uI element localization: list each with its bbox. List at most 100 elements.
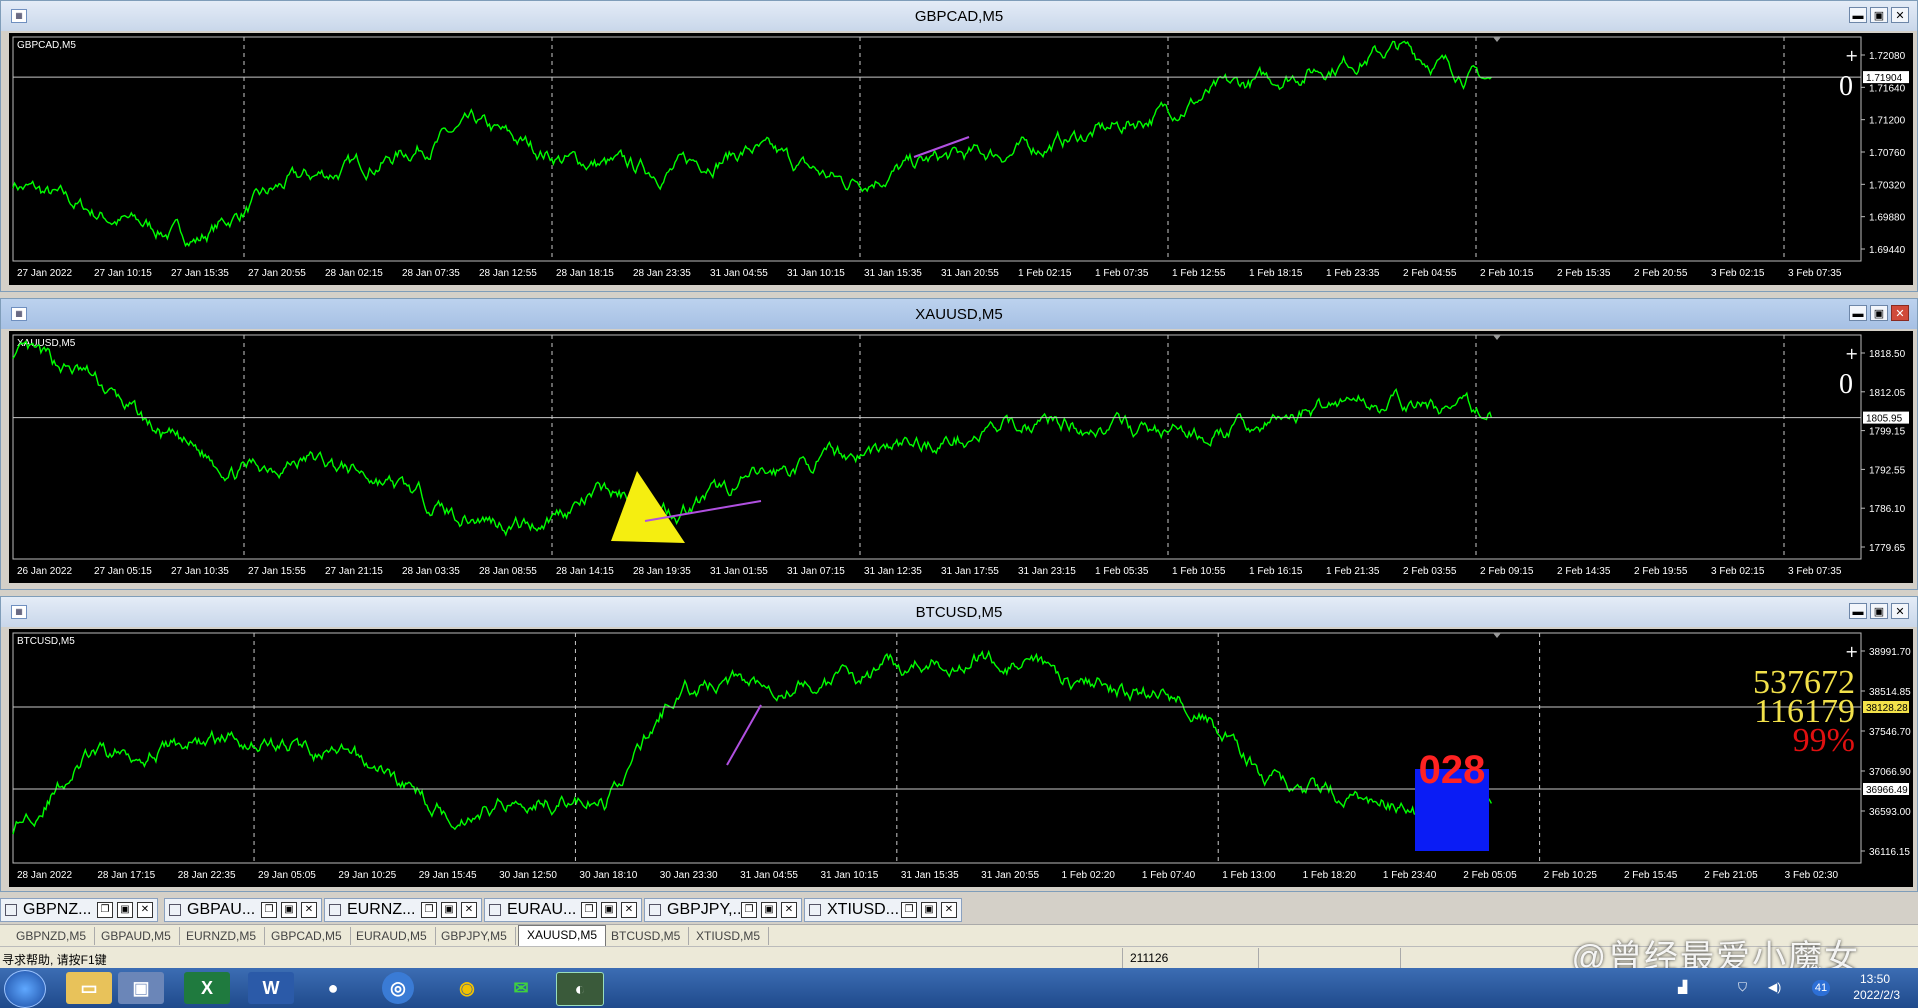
minimized-window-button[interactable]: GBPJPY,... ❐ ▣ ✕ (644, 898, 802, 922)
time-label: 1 Feb 02:20 (1062, 870, 1116, 881)
window-title: GBPCAD,M5 (914, 8, 1004, 25)
time-label: 26 Jan 2022 (17, 566, 72, 577)
restore-button[interactable]: ❐ (261, 902, 277, 918)
chart-window-btcusd[interactable]: ▦ BTCUSD,M5 ▬ ▣ ✕ 28 Jan 2022 28 Jan 17:1… (0, 596, 1918, 892)
status-profile: 211126 (1130, 951, 1169, 965)
tray-time[interactable]: 13:50 (1860, 972, 1890, 986)
maximize-button[interactable]: ▣ (117, 902, 133, 918)
close-button[interactable]: ✕ (461, 902, 477, 918)
time-label: 1 Feb 18:15 (1249, 268, 1303, 279)
close-button[interactable]: ✕ (1891, 603, 1909, 619)
maximize-button[interactable]: ▣ (601, 902, 617, 918)
chart-tab[interactable]: EURAUD,M5 (348, 927, 436, 945)
restore-button[interactable]: ❐ (901, 902, 917, 918)
minimize-button[interactable]: ▬ (1849, 7, 1867, 23)
window-title: BTCUSD,M5 (915, 604, 1003, 621)
start-button[interactable] (4, 970, 46, 1008)
chart-window-xauusd[interactable]: ▦ XAUUSD,M5 ▬ ▣ ✕ 26 Jan 2022 27 Jan 05:1… (0, 298, 1918, 590)
time-label: 27 Jan 21:15 (325, 566, 383, 577)
window-titlebar[interactable]: ▦ GBPCAD,M5 ▬ ▣ ✕ (1, 1, 1917, 31)
close-button[interactable]: ✕ (1891, 7, 1909, 23)
time-label: 1 Feb 07:40 (1142, 870, 1196, 881)
time-label: 2 Feb 09:15 (1480, 566, 1534, 577)
time-label: 28 Jan 12:55 (479, 268, 537, 279)
maximize-button[interactable]: ▣ (761, 902, 777, 918)
chart-tab[interactable]: GBPAUD,M5 (93, 927, 180, 945)
restore-button[interactable]: ❐ (581, 902, 597, 918)
minimized-window-label: EURNZ... (347, 901, 416, 918)
chart-tab[interactable]: GBPCAD,M5 (263, 927, 351, 945)
chart-tab[interactable]: GBPJPY,M5 (433, 927, 516, 945)
side-counter: 0 (1839, 369, 1853, 400)
close-button[interactable]: ✕ (137, 902, 153, 918)
time-label: 28 Jan 18:15 (556, 268, 614, 279)
price-label: 1.72080 (1869, 51, 1906, 62)
crosshair-icon: + (1845, 344, 1858, 363)
minimize-button[interactable]: ▬ (1849, 305, 1867, 321)
price-chart[interactable]: 28 Jan 2022 28 Jan 17:15 28 Jan 22:35 29 Ja… (9, 629, 1913, 887)
price-label: 1.70320 (1869, 180, 1906, 191)
maximize-button[interactable]: ▣ (441, 902, 457, 918)
close-button[interactable]: ✕ (621, 902, 637, 918)
qq-penguin-icon[interactable]: ● (310, 972, 356, 1004)
wechat-icon[interactable]: ✉ (498, 972, 544, 1004)
chart-window-gbpcad[interactable]: ▦ GBPCAD,M5 ▬ ▣ ✕ 27 Jan 2022 27 Jan 10:1… (0, 0, 1918, 292)
minimized-window-button[interactable]: EURAU... ❐ ▣ ✕ (484, 898, 642, 922)
computer-icon[interactable]: ▣ (118, 972, 164, 1004)
minimized-window-label: XTIUSD... (827, 901, 900, 918)
chart-tab[interactable]: XTIUSD,M5 (688, 927, 770, 945)
window-titlebar[interactable]: ▦ BTCUSD,M5 ▬ ▣ ✕ (1, 597, 1917, 627)
side-counter: 0 (1839, 71, 1853, 102)
maximize-button[interactable]: ▣ (281, 902, 297, 918)
network-icon[interactable]: ▟ (1678, 980, 1687, 994)
minimized-window-button[interactable]: EURNZ... ❐ ▣ ✕ (324, 898, 482, 922)
tray-date[interactable]: 2022/2/3 (1853, 988, 1900, 1002)
restore-button[interactable]: ❐ (421, 902, 437, 918)
shield-icon[interactable]: ⛉ (1738, 980, 1747, 995)
minimized-window-button[interactable]: GBPAU... ❐ ▣ ✕ (164, 898, 322, 922)
time-label: 29 Jan 10:25 (338, 870, 396, 881)
browser-icon[interactable]: ◎ (382, 972, 414, 1004)
time-label: 28 Jan 23:35 (633, 268, 691, 279)
price-chart[interactable]: 26 Jan 2022 27 Jan 05:15 27 Jan 10:35 27 Ja… (9, 331, 1913, 583)
window-titlebar[interactable]: ▦ XAUUSD,M5 ▬ ▣ ✕ (1, 299, 1917, 329)
time-label: 2 Feb 03:55 (1403, 566, 1457, 577)
close-button[interactable]: ✕ (301, 902, 317, 918)
chart-tab[interactable]: XAUUSD,M5 (518, 925, 607, 946)
volume-icon[interactable]: ◀) (1768, 980, 1781, 994)
current-price-label: 1.71904 (1866, 73, 1903, 84)
restore-button[interactable]: ❐ (741, 902, 757, 918)
close-button[interactable]: ✕ (941, 902, 957, 918)
close-button[interactable]: ✕ (1891, 305, 1909, 321)
chart-window-icon (649, 904, 661, 916)
time-label: 27 Jan 10:35 (171, 566, 229, 577)
maximize-button[interactable]: ▣ (921, 902, 937, 918)
close-button[interactable]: ✕ (781, 902, 797, 918)
price-label: 1786.10 (1869, 504, 1906, 515)
maximize-button[interactable]: ▣ (1870, 305, 1888, 321)
minimized-window-button[interactable]: XTIUSD... ❐ ▣ ✕ (804, 898, 962, 922)
file-explorer-icon[interactable]: ▭ (66, 972, 112, 1004)
time-label: 3 Feb 02:15 (1711, 268, 1765, 279)
maximize-button[interactable]: ▣ (1870, 7, 1888, 23)
maximize-button[interactable]: ▣ (1870, 603, 1888, 619)
chart-tab[interactable]: GBPNZD,M5 (8, 927, 96, 945)
time-label: 31 Jan 20:55 (981, 870, 1039, 881)
minimized-window-button[interactable]: GBPNZ... ❐ ▣ ✕ (0, 898, 158, 922)
time-label: 1 Feb 21:35 (1326, 566, 1380, 577)
time-label: 29 Jan 15:45 (419, 870, 477, 881)
tray-badge[interactable]: 41 (1812, 980, 1830, 996)
chart-tab[interactable]: BTCUSD,M5 (603, 927, 690, 945)
chart-background (9, 629, 1913, 887)
metatrader-icon[interactable]: ◐ (556, 972, 604, 1006)
chrome-icon[interactable]: ◉ (444, 972, 490, 1004)
price-chart[interactable]: 27 Jan 2022 27 Jan 10:15 27 Jan 15:35 27 Ja… (9, 33, 1913, 285)
time-label: 1 Feb 10:55 (1172, 566, 1226, 577)
word-icon[interactable]: W (248, 972, 294, 1004)
chart-tab[interactable]: EURNZD,M5 (178, 927, 266, 945)
price-label: 36593.00 (1869, 807, 1911, 818)
minimize-button[interactable]: ▬ (1849, 603, 1867, 619)
restore-button[interactable]: ❐ (97, 902, 113, 918)
excel-icon[interactable]: X (184, 972, 230, 1004)
chart-window-icon (5, 904, 17, 916)
